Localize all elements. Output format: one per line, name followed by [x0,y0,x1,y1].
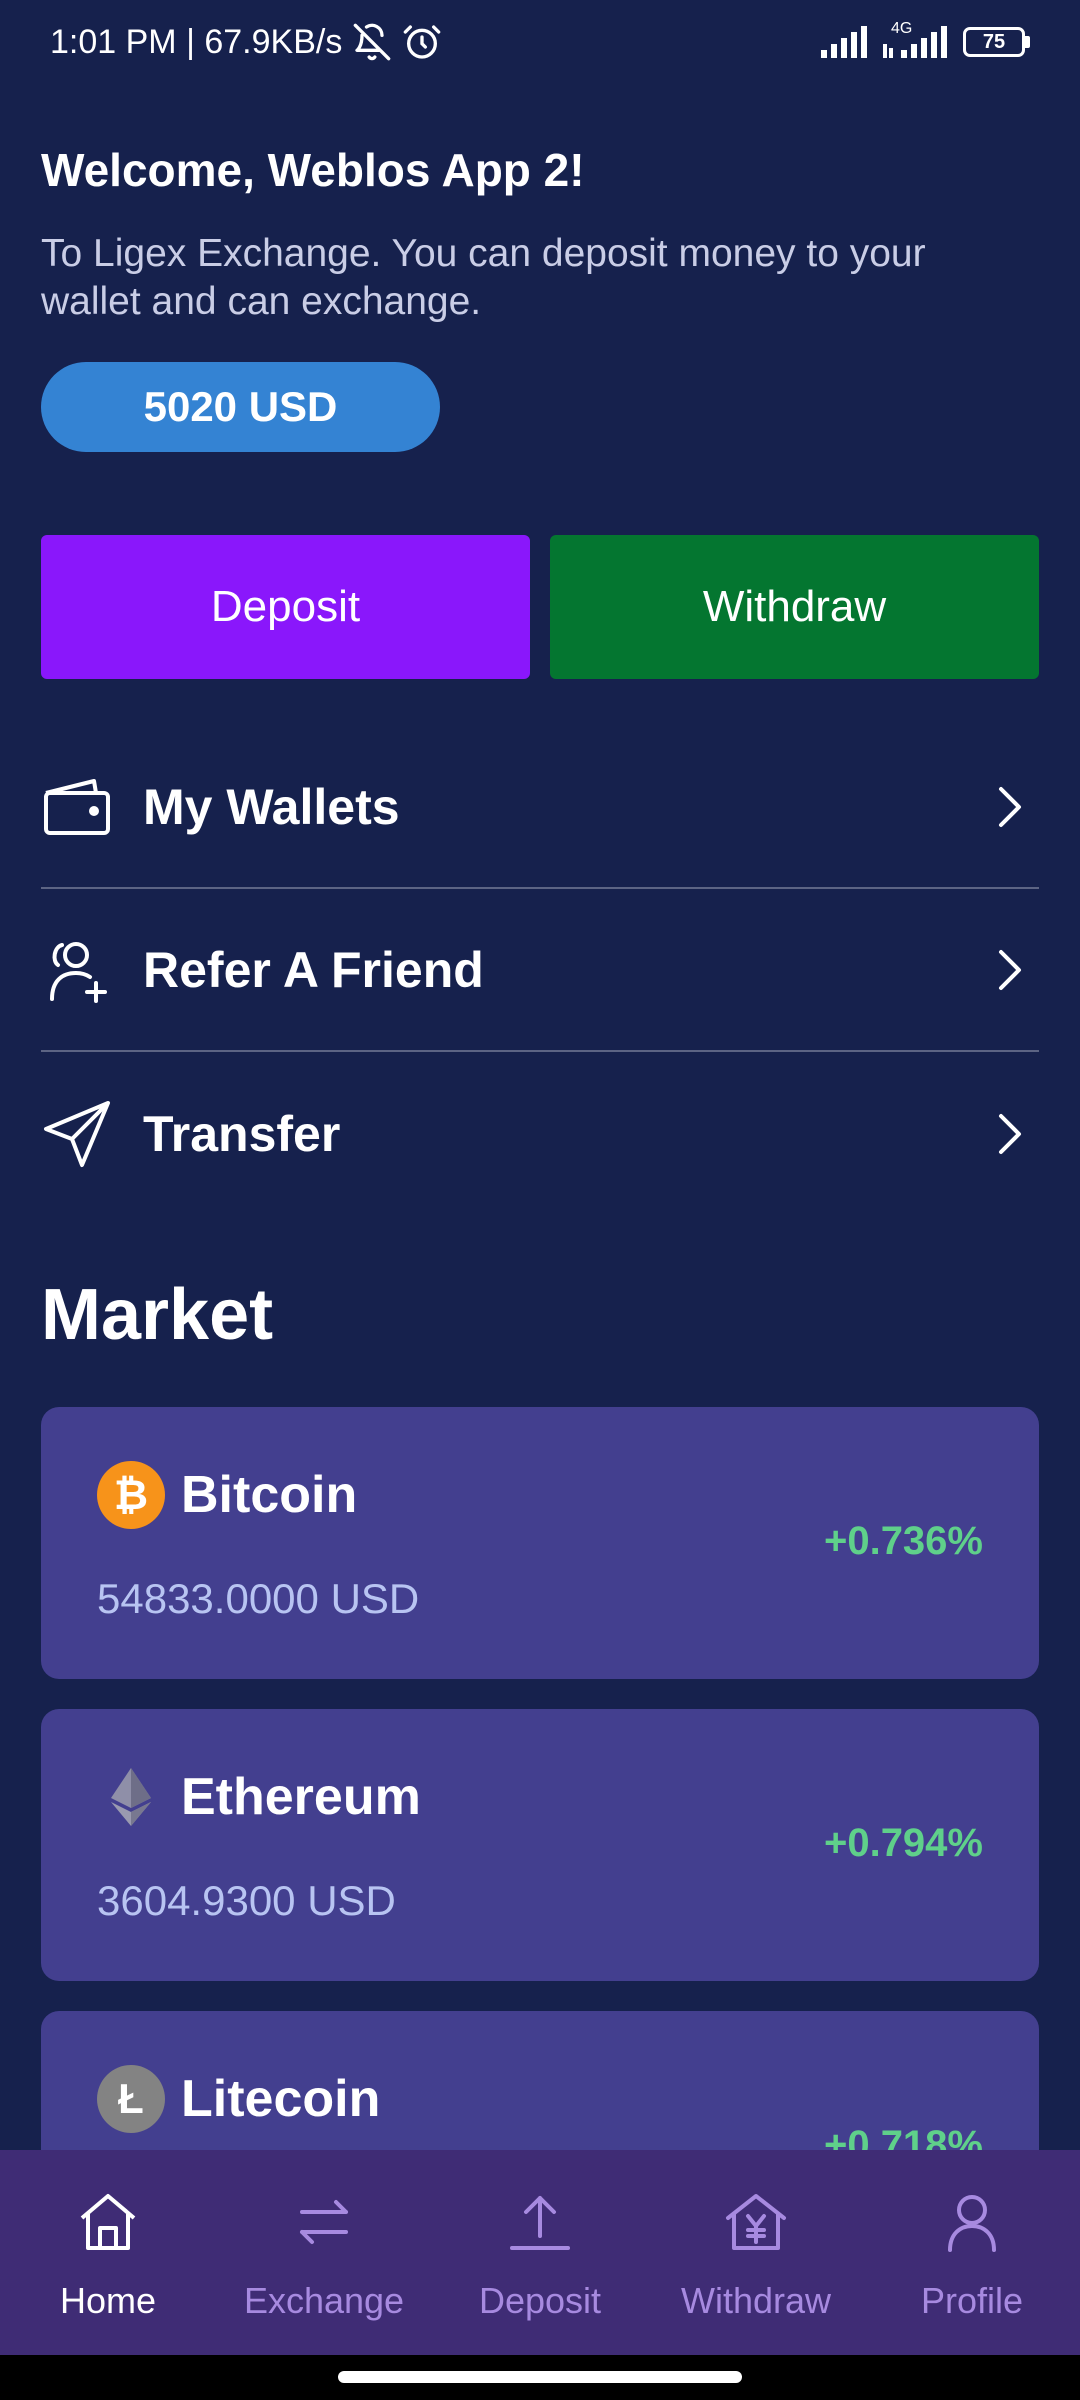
network-type: 4G [891,20,913,37]
deposit-button[interactable]: Deposit [41,535,530,679]
user-add-icon [41,934,113,1006]
status-time: 1:01 PM | 67.9KB/s [50,22,343,61]
action-buttons: Deposit Withdraw [41,535,1039,679]
menu-item-refer-a-friend[interactable]: Refer A Friend [41,889,1039,1052]
menu-label: My Wallets [143,778,400,835]
ethereum-icon [97,1763,165,1831]
chevron-right-icon [999,949,1021,990]
bottom-nav: Home Exchange Deposit Withdraw Profile [0,2150,1080,2355]
home-screen: 1:01 PM | 67.9KB/s 4G 75 Welcome, Weblos… [0,0,1080,2400]
coin-change: +0.794% [823,1821,983,1865]
signal-4g-icon: 4G [883,20,949,58]
battery-icon: 75 [963,27,1030,57]
nav-label: Profile [920,2280,1024,2321]
welcome-subtitle: To Ligex Exchange. You can deposit money… [41,232,926,323]
menu-label: Refer A Friend [143,941,484,998]
balance-badge: 5020 USD [41,362,440,452]
litecoin-icon: Ł [97,2065,165,2133]
status-right: 4G 75 [821,20,1030,58]
nav-deposit[interactable]: Deposit [432,2150,648,2355]
battery-level: 75 [963,27,1025,57]
menu-item-my-wallets[interactable]: My Wallets [41,726,1039,889]
menu-label: Transfer [143,1105,341,1162]
nav-exchange[interactable]: Exchange [216,2150,432,2355]
coin-name: Bitcoin [181,1466,358,1524]
menu-list: My Wallets Refer A Friend Transfer [41,726,1039,1215]
chevron-right-icon [999,1113,1021,1154]
nav-label: Home [59,2280,157,2321]
nav-profile[interactable]: Profile [864,2150,1080,2355]
bell-off-icon [352,22,392,62]
coin-card-bitcoin[interactable]: ₿ Bitcoin 54833.0000 USD +0.736% [41,1407,1039,1679]
coin-change: +0.736% [823,1519,983,1563]
withdraw-icon [720,2186,792,2258]
gesture-area [0,2355,1080,2400]
withdraw-button[interactable]: Withdraw [550,535,1039,679]
coin-price: 54833.0000 USD [97,1575,420,1622]
nav-withdraw[interactable]: Withdraw [648,2150,864,2355]
send-icon [41,1098,113,1170]
coin-price: 3604.9300 USD [97,1877,396,1924]
coin-name: Ethereum [181,1768,421,1826]
alarm-icon [402,22,442,62]
home-icon [72,2186,144,2258]
coin-card-ethereum[interactable]: Ethereum 3604.9300 USD +0.794% [41,1709,1039,1981]
welcome-section: Welcome, Weblos App 2! To Ligex Exchange… [41,140,1041,326]
upload-icon [504,2186,576,2258]
user-icon [936,2186,1008,2258]
nav-home[interactable]: Home [0,2150,216,2355]
nav-label: Withdraw [680,2280,832,2321]
status-left: 1:01 PM | 67.9KB/s [50,22,442,62]
home-gesture-bar[interactable] [338,2371,742,2383]
coin-name: Litecoin [181,2070,381,2128]
nav-label: Exchange [243,2280,405,2321]
welcome-title: Welcome, Weblos App 2! [41,144,585,196]
bitcoin-icon: ₿ [97,1461,165,1529]
market-title: Market [41,1275,274,1355]
chevron-right-icon [999,786,1021,827]
nav-label: Deposit [478,2280,602,2321]
status-bar: 1:01 PM | 67.9KB/s 4G 75 [0,0,1080,84]
signal-icon [821,26,869,58]
wallet-icon [41,771,113,843]
exchange-icon [288,2186,360,2258]
menu-item-transfer[interactable]: Transfer [41,1052,1039,1215]
